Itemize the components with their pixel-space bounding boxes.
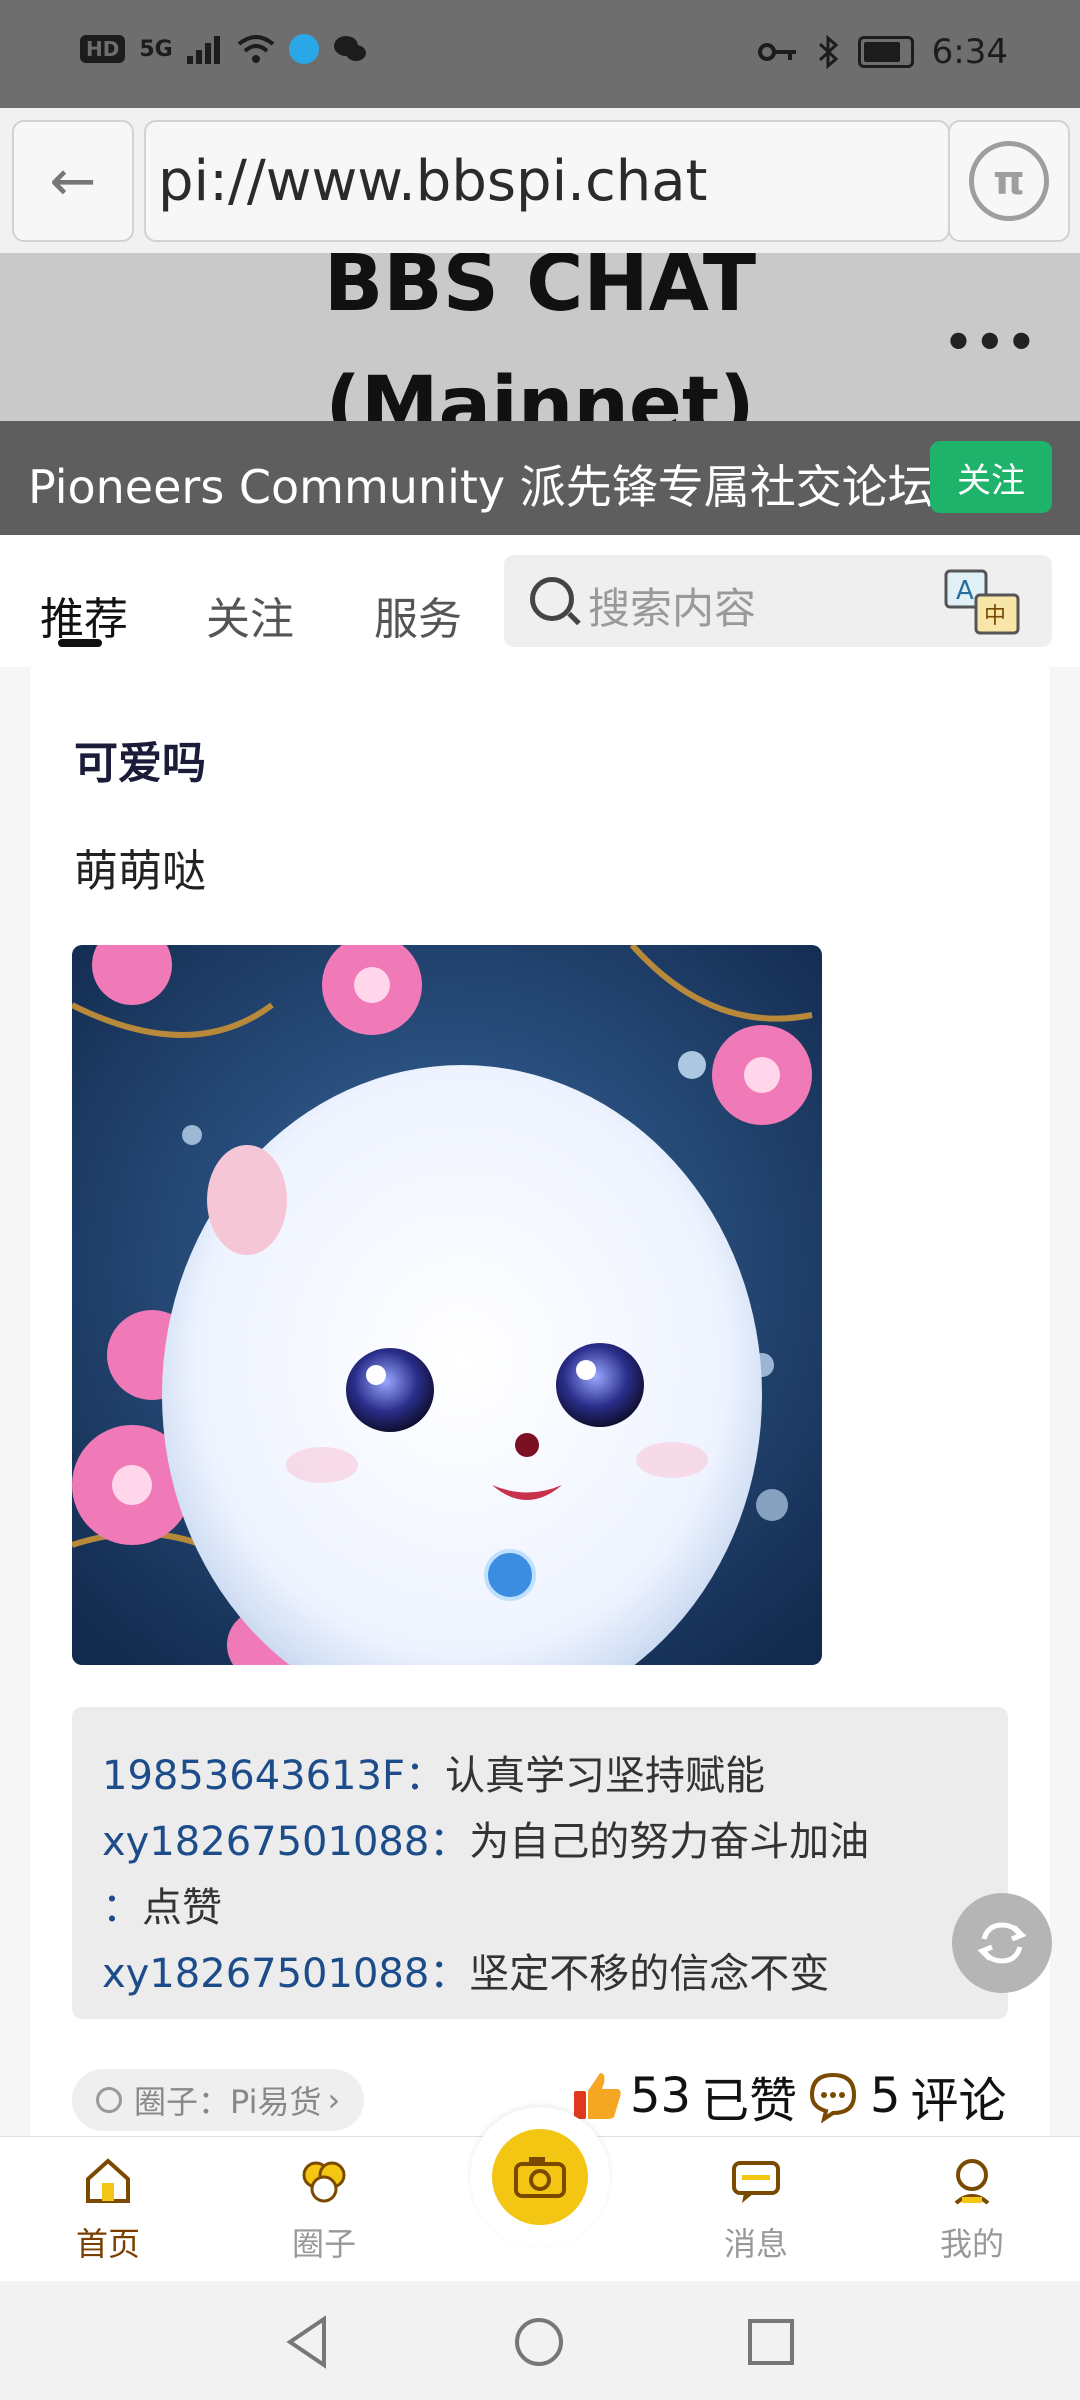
refresh-icon	[977, 1922, 1027, 1964]
url-field[interactable]: pi://www.bbspi.chat	[144, 120, 950, 242]
nav-circle[interactable]: 圈子	[254, 2153, 394, 2265]
thumb-up-icon	[574, 2073, 621, 2119]
bluetooth-icon	[818, 35, 838, 69]
comment-count-value: 5	[870, 2068, 901, 2124]
comment-text: 点赞	[142, 1885, 222, 1931]
comment-user[interactable]: 19853643613F：	[102, 1753, 445, 1799]
translate-icon[interactable]: A 中	[942, 567, 1022, 637]
active-tab-indicator	[58, 639, 102, 647]
wifi-icon	[237, 35, 274, 63]
signal-bars-icon	[186, 36, 220, 64]
nav-messages-label: 消息	[723, 2225, 788, 2263]
comment-icon	[809, 2072, 857, 2123]
system-navigation-bar	[0, 2281, 1080, 2400]
profile-icon	[954, 2159, 990, 2205]
community-banner: Pioneers Community 派先锋专属社交论坛 关注	[0, 421, 1080, 535]
back-button[interactable]: ←	[12, 120, 134, 242]
comment-label: 评论	[910, 2073, 1007, 2129]
tab-following[interactable]: 关注	[206, 583, 294, 647]
like-button[interactable]: 53 已赞	[570, 2061, 797, 2131]
system-recents-icon[interactable]	[744, 2315, 798, 2369]
back-arrow-icon: ←	[49, 148, 97, 214]
post-body: 萌萌哒	[74, 846, 206, 897]
community-name: Pioneers Community 派先锋专属社交论坛	[28, 460, 934, 514]
status-bar: HD 5G 6:34	[0, 0, 1080, 108]
nav-profile[interactable]: 我的	[902, 2153, 1042, 2265]
search-input[interactable]: 搜索内容 A 中	[504, 555, 1052, 647]
nav-messages[interactable]: 消息	[686, 2153, 826, 2265]
post-card[interactable]: 可爱吗 萌萌哒 19853643613F：认真学习坚持赋能 xy18267501…	[30, 667, 1050, 2137]
circle-tag-icon	[96, 2087, 122, 2113]
circle-tag[interactable]: 圈子：Pi易货 ›	[72, 2069, 365, 2131]
home-icon	[86, 2158, 130, 2203]
comment-text: 为自己的努力奋斗加油	[469, 1819, 870, 1865]
wechat-icon	[333, 36, 366, 61]
post-title: 可爱吗	[74, 738, 206, 789]
comment-item: xy18267501088：坚定不移的信念不变	[102, 1941, 829, 1999]
post-camera-button[interactable]	[470, 2107, 610, 2247]
comment-text: 认真学习坚持赋能	[444, 1753, 765, 1799]
circle-icon	[302, 2161, 346, 2203]
svg-text:中: 中	[984, 604, 1006, 629]
camera-icon	[492, 2129, 588, 2225]
comment-item: 19853643613F：认真学习坚持赋能	[102, 1743, 765, 1801]
site-header: BBS CHAT (Mainnet) •••	[0, 253, 1080, 421]
nav-home[interactable]: 首页	[38, 2153, 178, 2265]
battery-icon	[857, 36, 914, 68]
pi-icon: π	[969, 141, 1049, 221]
system-back-icon[interactable]	[282, 2315, 332, 2369]
bottom-navigation: 首页 圈子 消息 我的	[0, 2107, 1080, 2282]
url-text: pi://www.bbspi.chat	[158, 148, 708, 214]
nav-home-label: 首页	[75, 2225, 140, 2263]
like-count: 53	[630, 2068, 692, 2124]
comment-user[interactable]: ：	[102, 1885, 142, 1931]
chevron-right-icon: ›	[327, 2081, 341, 2119]
hd-icon: HD	[80, 35, 126, 63]
comment-item: xy18267501088：为自己的努力奋斗加油	[102, 1809, 869, 1867]
tab-recommend[interactable]: 推荐	[40, 583, 128, 647]
message-icon	[732, 2161, 780, 2203]
site-title: BBS CHAT (Mainnet)	[323, 253, 757, 421]
nav-circle-label: 圈子	[291, 2225, 356, 2263]
tab-bar: 推荐 关注 服务 搜索内容 A 中	[0, 535, 1080, 667]
signal-5g-icon: 5G	[139, 36, 173, 62]
tab-services[interactable]: 服务	[374, 583, 462, 647]
more-icon[interactable]: •••	[944, 315, 1038, 369]
browser-toolbar: ← pi://www.bbspi.chat π	[0, 108, 1080, 254]
follow-button[interactable]: 关注	[930, 441, 1052, 513]
comment-text: 坚定不移的信念不变	[469, 1951, 830, 1997]
svg-text:A: A	[956, 576, 974, 606]
search-icon	[530, 577, 574, 621]
pi-browser-button[interactable]: π	[948, 120, 1070, 242]
post-image[interactable]	[72, 945, 822, 1665]
circle-tag-label: 圈子：Pi易货	[134, 2083, 322, 2121]
key-icon	[757, 43, 796, 61]
app-notification-icon	[288, 34, 319, 64]
comment-preview[interactable]: 19853643613F：认真学习坚持赋能 xy18267501088：为自己的…	[72, 1707, 1008, 2019]
like-label: 已赞	[701, 2073, 798, 2129]
comment-user[interactable]: xy18267501088：	[102, 1819, 469, 1865]
clock: 6:34	[931, 32, 1008, 72]
nav-profile-label: 我的	[939, 2225, 1004, 2263]
system-home-icon[interactable]	[512, 2315, 566, 2369]
comment-user[interactable]: xy18267501088：	[102, 1951, 469, 1997]
search-placeholder: 搜索内容	[588, 584, 757, 633]
refresh-button[interactable]	[952, 1893, 1052, 1993]
comment-item: ：点赞	[102, 1875, 222, 1933]
comment-button[interactable]: 5 评论	[806, 2061, 1007, 2131]
